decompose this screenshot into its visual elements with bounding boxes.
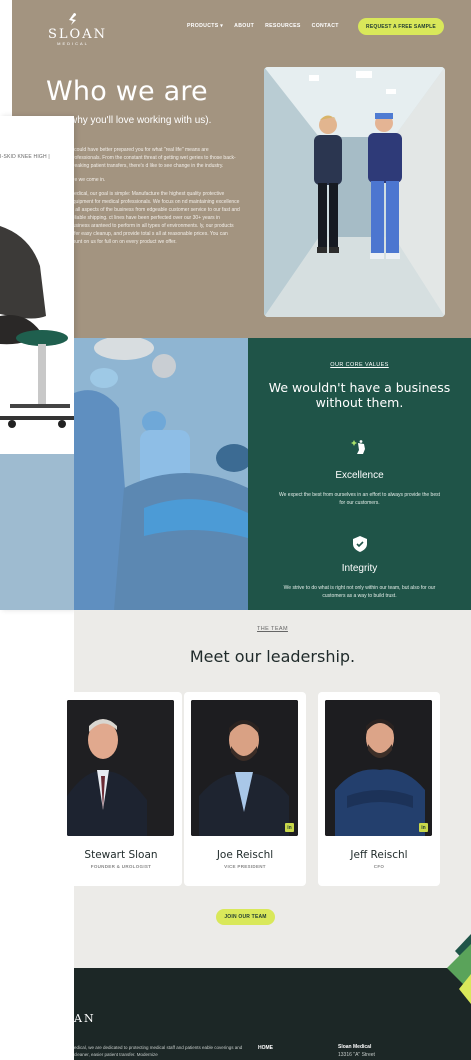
nav-item-contact[interactable]: CONTACT: [312, 23, 339, 29]
core-values-section: OUR CORE VALUES We wouldn't have a busin…: [248, 338, 471, 610]
footer-logo[interactable]: AN: [74, 1012, 96, 1025]
nav-item-products[interactable]: PRODUCTS ▾: [187, 23, 223, 29]
site-footer: AN edical, we are dedicated to protectin…: [74, 968, 471, 1060]
product-label: I-SKID KNEE HIGH |: [0, 154, 50, 160]
brand-logo[interactable]: SLOAN MEDICAL: [48, 12, 107, 47]
hallway-photo: [264, 67, 445, 317]
team-section: THE TEAM Meet our leadership. Stewart Sl…: [60, 610, 471, 968]
main-nav: PRODUCTS ▾ ABOUT RESOURCES CONTACT: [187, 23, 339, 29]
linkedin-icon[interactable]: in: [419, 823, 428, 832]
team-card[interactable]: in Joe Reischl VICE PRESIDENT: [184, 692, 306, 886]
footer-about-text: edical, we are dedicated to protecting m…: [74, 1045, 243, 1057]
member-role: VICE PRESIDENT: [224, 864, 266, 869]
surgery-photo-strip: [0, 454, 74, 610]
team-heading: Meet our leadership.: [189, 647, 356, 666]
core-values-heading: We wouldn't have a business without them…: [268, 380, 451, 410]
surgery-photo: [74, 338, 248, 610]
intro-paragraph: ere we come in.: [70, 177, 106, 183]
member-photo: in: [325, 700, 432, 836]
stool-illustration: [0, 226, 74, 428]
footer-nav-home[interactable]: HOME: [258, 1045, 273, 1051]
figure-logo-icon: [69, 13, 77, 25]
member-role: FOUNDER & UROLOGIST: [90, 864, 152, 869]
team-eyebrow: THE TEAM: [257, 626, 288, 632]
brand-name: SLOAN: [48, 27, 107, 42]
team-card[interactable]: Stewart Sloan FOUNDER & UROLOGIST: [60, 692, 182, 886]
core-values-eyebrow: OUR CORE VALUES: [330, 362, 389, 368]
intro-text: d could have better prepared you for wha…: [70, 146, 240, 252]
surgery-illustration: [74, 338, 248, 610]
member-photo: [67, 700, 174, 836]
value-title-excellence: Excellence: [335, 470, 384, 481]
page-title: Who we are: [46, 76, 208, 107]
join-team-button[interactable]: JOIN OUR TEAM: [216, 909, 275, 925]
page-subtitle: why you'll love working with us).: [70, 115, 212, 126]
decorative-diamond-shapes: [447, 934, 471, 1004]
member-name: Jeff Reischl: [350, 849, 408, 861]
footer-left-gap: [0, 968, 74, 1060]
hallway-illustration: [264, 67, 445, 317]
value-title-integrity: Integrity: [341, 563, 378, 574]
value-desc-integrity: We strive to do what is right not only w…: [283, 585, 436, 599]
member-photo: in: [191, 700, 298, 836]
footer-company-name: Sloan Medical: [338, 1044, 372, 1050]
request-sample-button[interactable]: REQUEST A FREE SAMPLE: [358, 18, 444, 35]
linkedin-icon[interactable]: in: [285, 823, 294, 832]
footer-street-address: 13316 "A" Street: [338, 1052, 375, 1058]
nav-item-about[interactable]: ABOUT: [234, 23, 254, 29]
team-card[interactable]: in Jeff Reischl CFO: [318, 692, 440, 886]
shield-check-icon: [353, 536, 367, 552]
product-overlay-card: I-SKID KNEE HIGH |: [0, 116, 74, 610]
member-role: CFO: [373, 864, 385, 869]
value-desc-excellence: We expect the best from ourselves in an …: [278, 492, 440, 506]
intro-paragraph: Medical, our goal is simple: Manufacture…: [70, 191, 240, 245]
hero-section: SLOAN MEDICAL PRODUCTS ▾ ABOUT RESOURCES…: [12, 0, 471, 338]
member-name: Joe Reischl: [216, 849, 274, 861]
member-name: Stewart Sloan: [84, 849, 158, 861]
product-photo: I-SKID KNEE HIGH |: [0, 116, 74, 486]
nav-item-resources[interactable]: RESOURCES: [265, 23, 301, 29]
intro-paragraph: d could have better prepared you for wha…: [70, 147, 236, 169]
hand-sparkle-icon: [351, 440, 365, 454]
